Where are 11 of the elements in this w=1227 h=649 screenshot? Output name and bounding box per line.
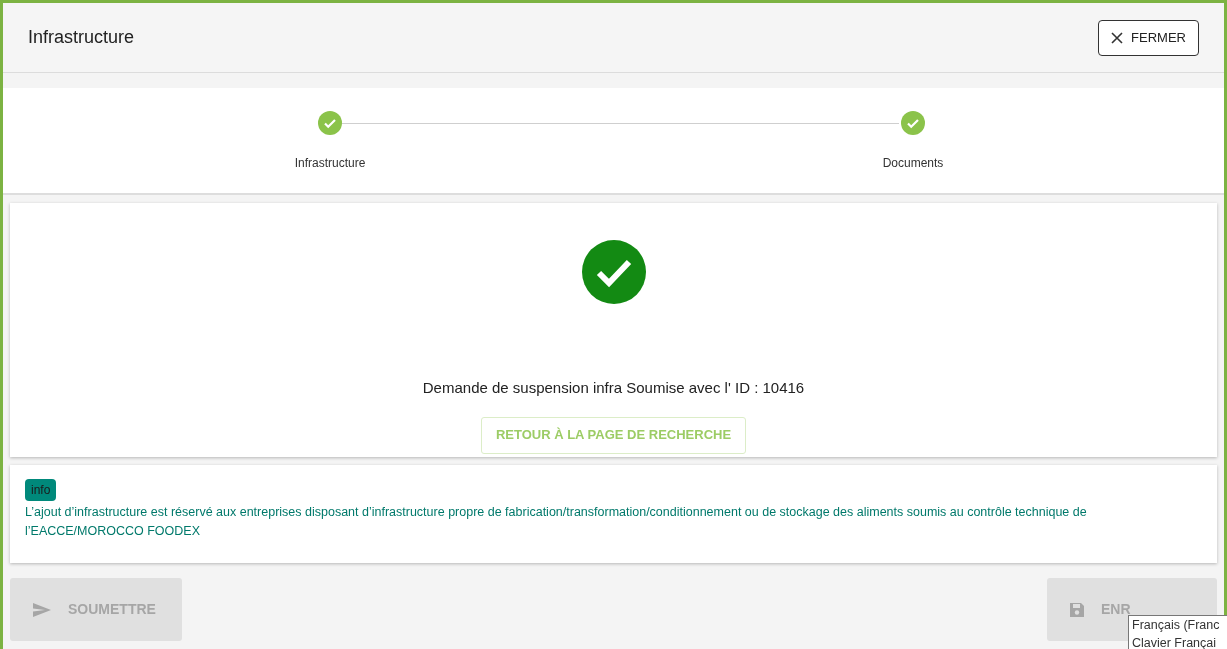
step-label: Infrastructure — [294, 155, 366, 172]
close-button[interactable]: FERMER — [1098, 19, 1199, 56]
info-text: L’ajout d’infrastructure est réservé aux entreprises disposant d’infrastructure propre de fabrication/transformation/conditionnement ou de stockage des aliments soumis au contrôle technique de l’EACCE/MOROCCO FOODEX — [25, 504, 1088, 540]
send-icon — [32, 601, 52, 618]
result-message: Demande de suspension infra Soumise avec l' ID : 10416 — [422, 378, 805, 398]
dialog-title: Infrastructure — [28, 26, 135, 49]
close-icon — [1111, 31, 1124, 44]
back-to-search-button[interactable]: RETOUR À LA PAGE DE RECHERCHE — [480, 416, 747, 454]
info-badge: info — [25, 479, 57, 501]
keyboard-tooltip: Français (Franc Clavier Françai — [1128, 615, 1227, 649]
step-label: Documents — [882, 155, 944, 172]
